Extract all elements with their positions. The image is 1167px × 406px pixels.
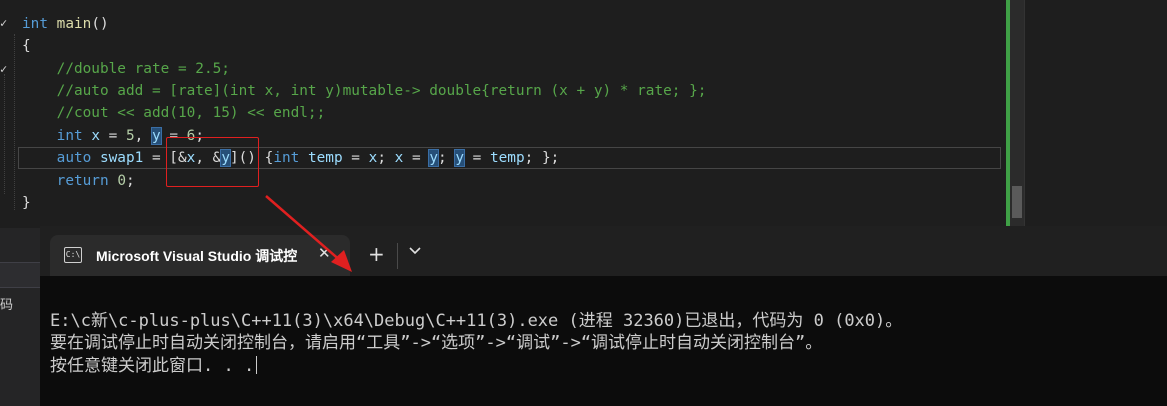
code-token: y — [151, 127, 162, 145]
prompt-text: 按任意键关闭此窗口. . . — [50, 356, 255, 376]
code-token: 5 — [126, 128, 135, 144]
new-tab-button[interactable]: + — [368, 244, 385, 264]
code-editor[interactable]: ✓ ✓ int main(){ //double rate = 2.5; //a… — [0, 0, 1167, 228]
terminal-tab[interactable]: C:\ Microsoft Visual Studio 调试控 ✕ — [50, 235, 350, 276]
code-token: temp — [307, 150, 343, 166]
code-token: { — [22, 38, 31, 54]
code-token: () — [91, 16, 109, 32]
console-icon: C:\ — [64, 247, 82, 263]
code-token: ; — [377, 150, 395, 166]
code-line[interactable]: //double rate = 2.5; — [22, 58, 230, 80]
console-window[interactable]: C:\ Microsoft Visual Studio 调试控 ✕ + E:\c… — [40, 226, 1167, 406]
code-token: x — [91, 128, 100, 144]
code-token: y — [454, 149, 465, 167]
code-line[interactable]: { — [22, 35, 31, 57]
output-line-prompt: 按任意键关闭此窗口. . . — [50, 355, 258, 377]
outline-guide — [4, 74, 5, 194]
code-comment: //auto add = [rate](int x, int y)mutable… — [56, 83, 707, 99]
code-line[interactable]: } — [22, 192, 31, 214]
close-icon[interactable]: ✕ — [318, 244, 331, 262]
code-token: x — [368, 150, 378, 166]
code-line[interactable]: //cout << add(10, 15) << endl;; — [22, 102, 326, 124]
code-token: } — [22, 195, 31, 211]
code-token: y — [428, 149, 439, 167]
scrollbar-change-marker — [1006, 0, 1010, 228]
side-panel — [1024, 0, 1167, 228]
code-token: main — [56, 16, 92, 32]
code-line[interactable]: int main() — [22, 13, 109, 35]
code-token: , — [134, 128, 152, 144]
left-strip-label: 码 — [0, 298, 14, 313]
text-cursor — [256, 356, 258, 374]
code-comment: //cout << add(10, 15) << endl;; — [56, 105, 326, 121]
code-token: = — [403, 150, 430, 166]
left-tool-strip — [0, 228, 40, 406]
scrollbar-thumb[interactable] — [1012, 186, 1022, 218]
left-strip-tab[interactable] — [0, 262, 40, 288]
chevron-down-icon[interactable] — [408, 244, 422, 258]
output-line-hint: 要在调试停止时自动关闭控制台，请启用“工具”->“选项”->“调试”->“调试停… — [50, 333, 823, 353]
code-token: 0 — [117, 173, 126, 189]
code-token: swap1 — [99, 150, 144, 166]
code-token: ; }; — [524, 150, 560, 166]
output-line-exit: E:\c新\c-plus-plus\C++11(3)\x64\Debug\C++… — [50, 311, 903, 331]
terminal-tab-bar: C:\ Microsoft Visual Studio 调试控 ✕ + — [40, 226, 1167, 276]
code-token: = — [100, 128, 126, 144]
gutter-check-icon: ✓ — [0, 16, 8, 30]
code-comment: //double rate = 2.5; — [56, 61, 230, 77]
code-token: = — [342, 150, 369, 166]
code-token: = — [463, 150, 490, 166]
code-line[interactable]: return 0; — [22, 170, 135, 192]
code-token: ; — [437, 150, 456, 166]
code-line[interactable]: auto swap1 = [&x, &y]() {int temp = x; x… — [22, 147, 559, 169]
code-keyword: int — [273, 150, 300, 166]
code-keyword: auto — [56, 150, 92, 166]
outline-guide — [14, 34, 15, 210]
code-line[interactable]: //auto add = [rate](int x, int y)mutable… — [22, 80, 707, 102]
code-keyword: return — [56, 173, 109, 189]
code-token: ; — [125, 173, 135, 189]
annotation-red-box — [166, 137, 259, 187]
code-keyword: int — [56, 128, 83, 144]
code-keyword: int — [22, 16, 48, 32]
code-token: temp — [489, 150, 525, 166]
tab-divider — [397, 243, 398, 269]
code-token: x — [394, 150, 404, 166]
tab-title: Microsoft Visual Studio 调试控 — [96, 248, 298, 264]
